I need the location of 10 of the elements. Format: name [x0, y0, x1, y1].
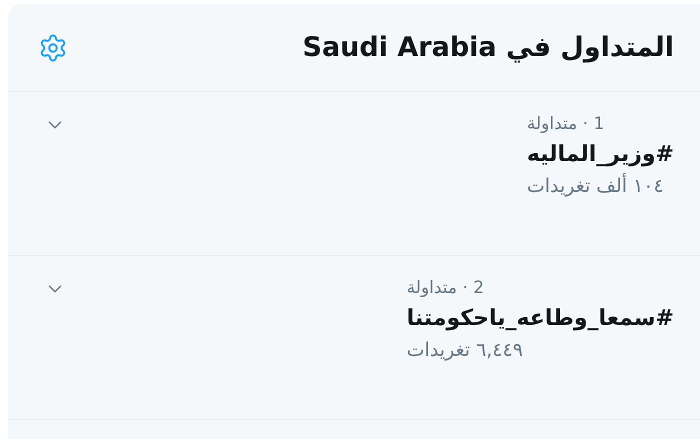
trend-meta: 2 · متداولة — [406, 278, 484, 298]
trend-item[interactable]: 1 · متداولة #وزير_الماليه ١٠٤ ألف تغريدات — [8, 92, 700, 256]
trend-name: #وزير_الماليه — [526, 142, 674, 167]
trend-item[interactable]: 2 · متداولة #سمعا_وطاعه_ياحكومتنا ٦,٤٤٩ تغريدات — [8, 256, 700, 420]
trend-meta: 1 · متداولة — [526, 114, 604, 134]
settings-icon[interactable] — [38, 32, 68, 62]
tweet-count: ٦,٤٤٩ تغريدات — [406, 339, 523, 361]
panel-title: المتداول في Saudi Arabia — [302, 32, 674, 63]
trend-name: #سمعا_وطاعه_ياحكومتنا — [406, 306, 674, 331]
tweet-count: ١٠٤ ألف تغريدات — [526, 175, 664, 197]
